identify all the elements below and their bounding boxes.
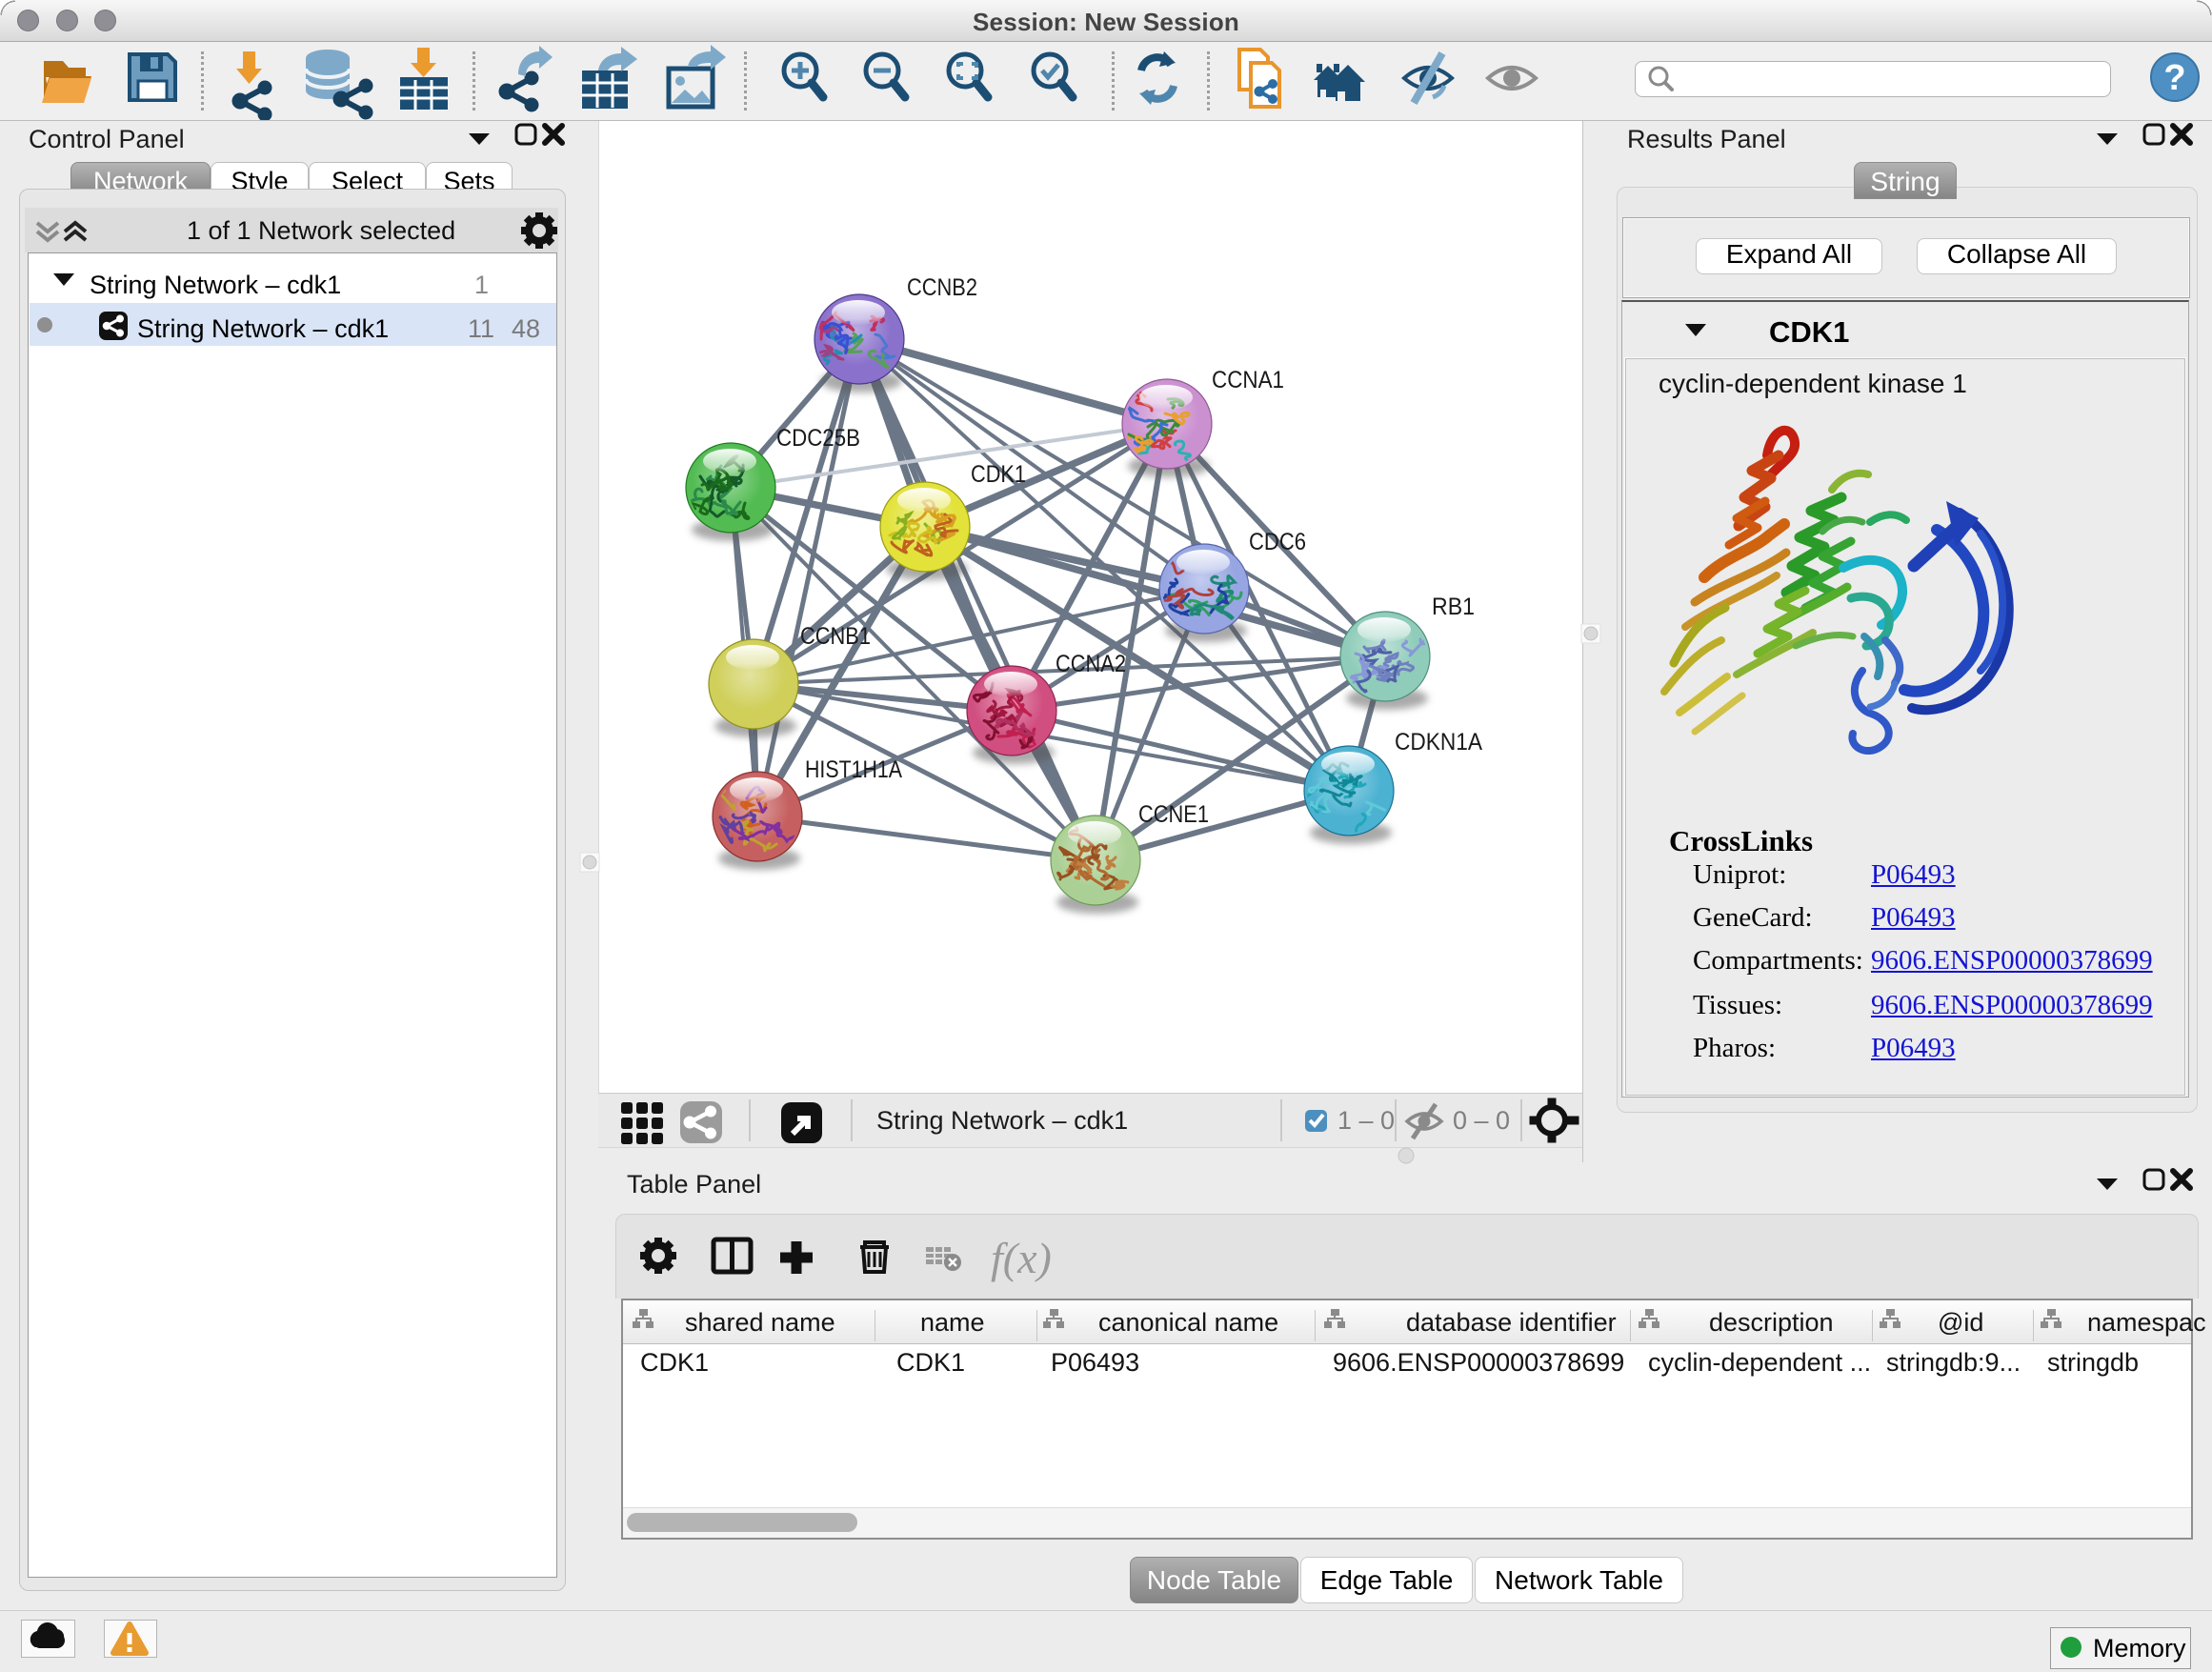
svg-text:CCNB2: CCNB2	[907, 274, 977, 301]
svg-text:?: ?	[2163, 58, 2185, 98]
svg-text:CCNA1: CCNA1	[1212, 367, 1284, 393]
svg-text:CDC25B: CDC25B	[776, 425, 860, 452]
svg-text:CDC6: CDC6	[1249, 529, 1306, 555]
svg-text:CDKN1A: CDKN1A	[1395, 729, 1482, 755]
svg-text:CCNB1: CCNB1	[800, 623, 871, 650]
svg-text:CCNA2: CCNA2	[1056, 651, 1126, 677]
svg-text:CDK1: CDK1	[971, 461, 1026, 488]
svg-text:HIST1H1A: HIST1H1A	[805, 756, 902, 783]
svg-text:RB1: RB1	[1432, 594, 1475, 620]
svg-text:CCNE1: CCNE1	[1138, 801, 1209, 828]
